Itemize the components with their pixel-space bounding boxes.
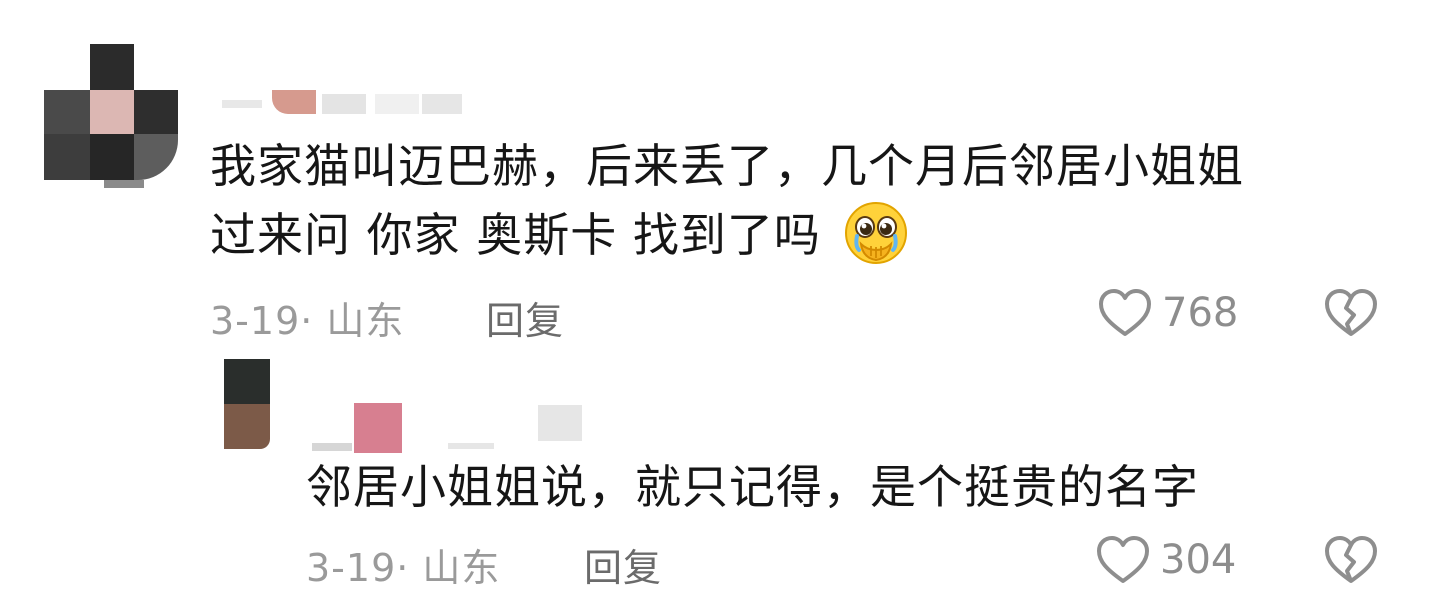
- reply-like-count: 304: [1160, 537, 1237, 583]
- heart-outline-icon[interactable]: [1098, 288, 1152, 338]
- comment-location: · 山东: [300, 299, 405, 343]
- avatar[interactable]: [44, 44, 178, 188]
- comment-text-line-1: 我家猫叫迈巴赫，后来丢了，几个月后邻居小姐姐: [210, 139, 1244, 193]
- comment-date: 3-19: [210, 299, 301, 343]
- reply-meta: 3-19· 山东: [306, 537, 500, 592]
- broken-heart-icon[interactable]: [1324, 535, 1378, 585]
- reply-reply-button[interactable]: 回复: [584, 537, 662, 592]
- reply-date: 3-19: [306, 546, 397, 590]
- comment-text-line-2-content: 过来问 你家 奥斯卡 找到了吗: [210, 208, 821, 262]
- broken-heart-icon[interactable]: [1324, 288, 1378, 338]
- heart-outline-icon[interactable]: [1096, 535, 1150, 585]
- reply-text: 邻居小姐姐说，就只记得，是个挺贵的名字: [306, 460, 1199, 514]
- reply-button[interactable]: 回复: [486, 290, 564, 345]
- reply-item: 邻居小姐姐说，就只记得，是个挺贵的名字 3-19· 山东 回复 304: [0, 345, 1438, 600]
- comment-text-line-2: 过来问 你家 奥斯卡 找到了吗: [210, 200, 909, 272]
- reply-location: · 山东: [396, 546, 501, 590]
- pleading-face-emoji-icon: [843, 200, 909, 266]
- username-redacted[interactable]: [210, 90, 500, 114]
- reply-username-redacted[interactable]: [312, 403, 592, 453]
- reply-avatar[interactable]: [224, 359, 270, 449]
- comment-meta: 3-19· 山东: [210, 290, 404, 345]
- like-count: 768: [1162, 290, 1239, 336]
- comment-item: 我家猫叫迈巴赫，后来丢了，几个月后邻居小姐姐 过来问 你家 奥斯卡 找到了吗 3…: [0, 0, 1438, 345]
